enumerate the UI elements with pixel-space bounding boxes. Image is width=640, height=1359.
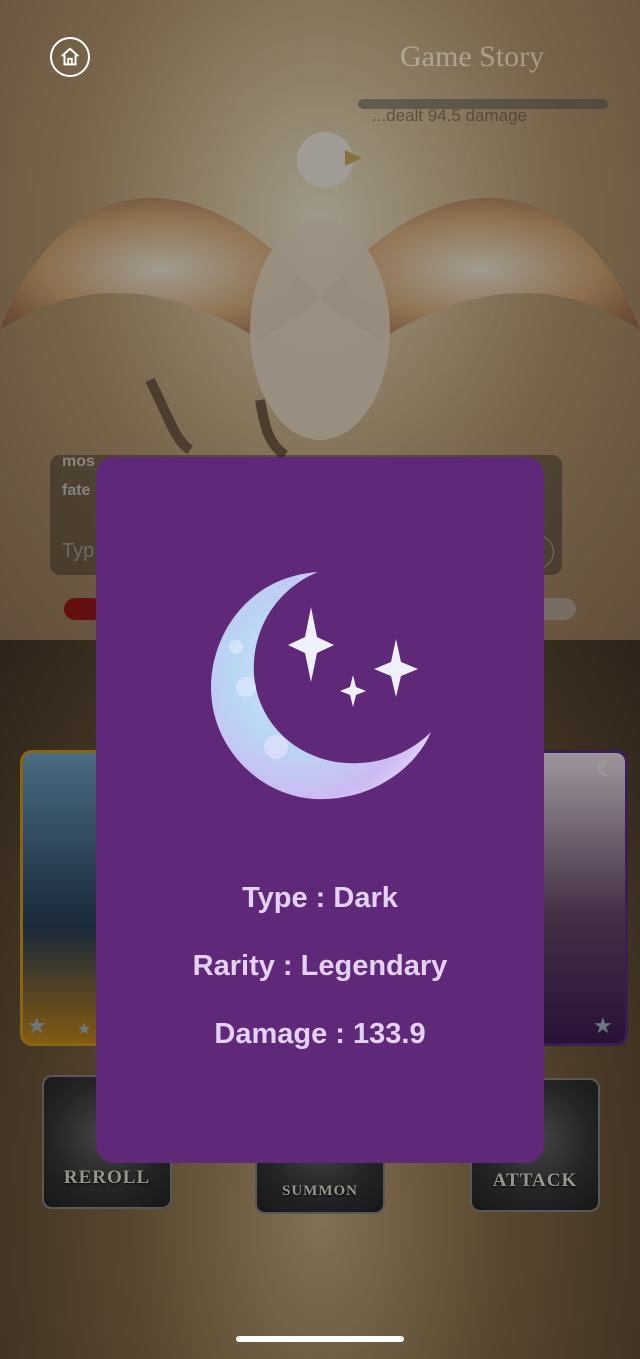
card-detail-modal[interactable]: Type : Dark Rarity : Legendary Damage : … <box>96 457 544 1163</box>
card-type: Type : Dark <box>242 882 398 914</box>
card-damage: Damage : 133.9 <box>214 1018 426 1050</box>
home-indicator[interactable] <box>236 1336 404 1342</box>
page-title: Game Story <box>400 40 545 73</box>
damage-log: ...dealt 94.5 damage <box>372 106 528 125</box>
home-button[interactable] <box>50 37 90 77</box>
crescent-moon-stars-icon <box>211 572 431 800</box>
card-rarity: Rarity : Legendary <box>192 950 448 982</box>
home-icon <box>61 47 79 66</box>
